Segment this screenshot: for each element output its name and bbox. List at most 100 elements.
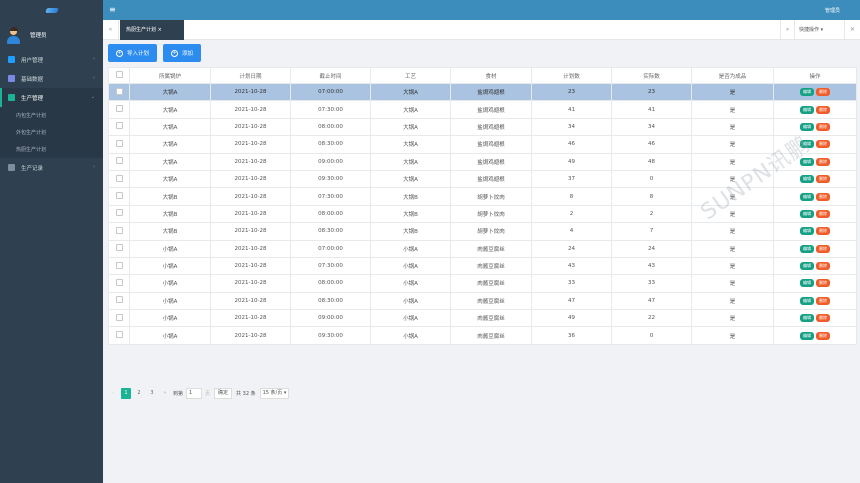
row-select-cell[interactable] bbox=[108, 291, 130, 311]
row-checkbox[interactable] bbox=[115, 296, 123, 304]
table-row[interactable]: 大锅A 2021-10-28 07:00:00 大锅A 盐焗鸡翅根 23 23 是编辑 删除 bbox=[108, 82, 857, 102]
row-select-cell[interactable] bbox=[108, 204, 130, 224]
page-3[interactable]: 3 bbox=[147, 388, 157, 399]
row-select-cell[interactable] bbox=[108, 256, 130, 276]
menu-toggle-icon[interactable]: ≡ bbox=[109, 5, 116, 15]
row-select-cell[interactable] bbox=[108, 169, 130, 189]
table-row[interactable]: 小锅A 2021-10-28 08:30:00 小锅A 肉酱豆腐丝 47 47 是编辑 删除 bbox=[108, 291, 857, 311]
row-checkbox[interactable] bbox=[115, 174, 123, 182]
delete-button[interactable]: 删除 bbox=[816, 262, 830, 271]
table-row[interactable]: 大锅A 2021-10-28 08:00:00 大锅A 盐焗鸡翅根 34 34 是编辑 删除 bbox=[108, 117, 857, 137]
page-size-select[interactable]: 15 条/页 ▾ bbox=[259, 387, 290, 399]
table-row[interactable]: 大锅A 2021-10-28 07:30:00 大锅A 盐焗鸡翅根 41 41 是编辑 删除 bbox=[108, 100, 857, 119]
row-select-cell[interactable] bbox=[108, 187, 130, 206]
sidebar-subitem-hot-kitchen-plan[interactable]: 热厨生产计划 bbox=[0, 141, 103, 158]
row-select-cell[interactable] bbox=[108, 274, 130, 293]
table-row[interactable]: 小锅A 2021-10-28 09:00:00 小锅A 肉酱豆腐丝 49 22 是编辑 删除 bbox=[108, 309, 857, 328]
table-row[interactable]: 小锅A 2021-10-28 08:00:00 小锅A 肉酱豆腐丝 33 33 是编辑 删除 bbox=[108, 274, 857, 293]
sidebar-subitem-inner-plan[interactable]: 内包生产计划 bbox=[0, 107, 103, 124]
table-row[interactable]: 大锅B 2021-10-28 08:30:00 大锅B 胡萝卜炆肉 4 7 是编辑 删除 bbox=[108, 222, 857, 241]
import-plan-button[interactable]: + 导入计划 bbox=[108, 44, 158, 62]
row-select-cell[interactable] bbox=[108, 100, 130, 119]
select-all-checkbox[interactable] bbox=[115, 71, 123, 78]
row-checkbox[interactable] bbox=[115, 192, 123, 200]
delete-button[interactable]: 删除 bbox=[816, 105, 830, 114]
row-select-cell[interactable] bbox=[108, 239, 130, 258]
edit-button[interactable]: 编辑 bbox=[800, 331, 814, 340]
edit-button[interactable]: 编辑 bbox=[800, 175, 814, 184]
column-header[interactable]: 截止时间 bbox=[290, 67, 371, 84]
tab-scroll-left-icon[interactable]: « bbox=[103, 20, 119, 40]
sidebar-item-base-data[interactable]: 基础数据 ‹ bbox=[0, 69, 103, 88]
confirm-goto-button[interactable]: 确定 bbox=[214, 387, 233, 399]
table-row[interactable]: 小锅A 2021-10-28 09:30:00 小锅A 肉酱豆腐丝 36 0 是编辑 删除 bbox=[108, 326, 857, 345]
row-checkbox[interactable] bbox=[115, 278, 123, 286]
row-select-cell[interactable] bbox=[108, 222, 130, 241]
quick-actions-dropdown[interactable]: 快捷操作 ▾ bbox=[794, 20, 844, 40]
delete-button[interactable]: 删除 bbox=[816, 331, 830, 340]
delete-button[interactable]: 删除 bbox=[816, 140, 830, 149]
row-checkbox[interactable] bbox=[115, 139, 123, 147]
table-row[interactable]: 大锅B 2021-10-28 08:00:00 大锅B 胡萝卜炆肉 2 2 是编辑 删除 bbox=[108, 204, 857, 224]
delete-button[interactable]: 删除 bbox=[816, 88, 830, 97]
edit-button[interactable]: 编辑 bbox=[800, 244, 814, 253]
row-checkbox[interactable] bbox=[115, 122, 123, 130]
table-row[interactable]: 大锅A 2021-10-28 08:30:00 大锅A 盐焗鸡翅根 46 46 是编辑 删除 bbox=[108, 135, 857, 154]
delete-button[interactable]: 删除 bbox=[816, 157, 830, 166]
row-select-cell[interactable] bbox=[108, 117, 130, 137]
column-header[interactable]: 食材 bbox=[450, 67, 532, 84]
row-checkbox[interactable] bbox=[115, 209, 123, 217]
select-all-cell[interactable] bbox=[108, 67, 130, 84]
row-checkbox[interactable] bbox=[115, 157, 123, 165]
row-select-cell[interactable] bbox=[108, 82, 130, 102]
edit-button[interactable]: 编辑 bbox=[800, 192, 814, 201]
sidebar-item-user-management[interactable]: 用户管理 ‹ bbox=[0, 50, 103, 69]
admin-menu[interactable]: 管理员 bbox=[825, 7, 840, 14]
column-header[interactable]: 计划日期 bbox=[210, 67, 291, 84]
edit-button[interactable]: 编辑 bbox=[800, 209, 814, 218]
edit-button[interactable]: 编辑 bbox=[800, 122, 814, 131]
edit-button[interactable]: 编辑 bbox=[800, 314, 814, 323]
delete-button[interactable]: 删除 bbox=[816, 244, 830, 253]
delete-button[interactable]: 删除 bbox=[816, 175, 830, 184]
next-page-icon[interactable]: › bbox=[160, 388, 170, 399]
goto-page-input[interactable]: 1 bbox=[186, 387, 203, 399]
table-row[interactable]: 小锅A 2021-10-28 07:30:00 小锅A 肉酱豆腐丝 43 43 是编辑 删除 bbox=[108, 256, 857, 276]
table-row[interactable]: 大锅A 2021-10-28 09:00:00 大锅A 盐焗鸡翅根 49 48 是编辑 删除 bbox=[108, 152, 857, 171]
tab-scroll-right-icon[interactable]: » bbox=[780, 20, 794, 40]
page-1[interactable]: 1 bbox=[121, 387, 131, 399]
table-row[interactable]: 小锅A 2021-10-28 07:00:00 小锅A 肉酱豆腐丝 24 24 是编辑 删除 bbox=[108, 239, 857, 258]
column-header[interactable]: 计划数 bbox=[531, 67, 612, 84]
sidebar-item-production-records[interactable]: 生产记录 ‹ bbox=[0, 158, 103, 177]
row-select-cell[interactable] bbox=[108, 135, 130, 154]
delete-button[interactable]: 删除 bbox=[816, 227, 830, 236]
column-header[interactable]: 实际数 bbox=[611, 67, 692, 84]
row-checkbox[interactable] bbox=[115, 226, 123, 234]
delete-button[interactable]: 删除 bbox=[816, 122, 830, 131]
table-row[interactable]: 大锅A 2021-10-28 09:30:00 大锅A 盐焗鸡翅根 37 0 是编辑 删除 bbox=[108, 169, 857, 189]
column-header[interactable]: 是否为成品 bbox=[691, 67, 774, 84]
table-row[interactable]: 大锅B 2021-10-28 07:30:00 大锅B 胡萝卜炆肉 8 8 是编辑 删除 bbox=[108, 187, 857, 206]
edit-button[interactable]: 编辑 bbox=[800, 105, 814, 114]
edit-button[interactable]: 编辑 bbox=[800, 279, 814, 288]
tab-hot-kitchen-plan[interactable]: 热厨生产计划 × bbox=[120, 20, 184, 40]
sidebar-subitem-outer-plan[interactable]: 外包生产计划 bbox=[0, 124, 103, 141]
row-checkbox[interactable] bbox=[115, 331, 123, 339]
delete-button[interactable]: 删除 bbox=[816, 192, 830, 201]
sidebar-item-production-management[interactable]: 生产管理 ⌄ bbox=[0, 88, 103, 107]
row-checkbox[interactable] bbox=[115, 87, 123, 95]
column-header[interactable]: 工艺 bbox=[370, 67, 451, 84]
edit-button[interactable]: 编辑 bbox=[800, 157, 814, 166]
row-select-cell[interactable] bbox=[108, 309, 130, 328]
edit-button[interactable]: 编辑 bbox=[800, 88, 814, 97]
edit-button[interactable]: 编辑 bbox=[800, 262, 814, 271]
edit-button[interactable]: 编辑 bbox=[800, 140, 814, 149]
edit-button[interactable]: 编辑 bbox=[800, 296, 814, 305]
row-select-cell[interactable] bbox=[108, 326, 130, 345]
delete-button[interactable]: 删除 bbox=[816, 314, 830, 323]
add-button[interactable]: + 添加 bbox=[163, 44, 202, 62]
column-header[interactable]: 所属锅炉 bbox=[129, 67, 211, 84]
close-tabs-icon[interactable]: ✕ bbox=[844, 20, 860, 40]
row-checkbox[interactable] bbox=[115, 105, 123, 113]
delete-button[interactable]: 删除 bbox=[816, 209, 830, 218]
